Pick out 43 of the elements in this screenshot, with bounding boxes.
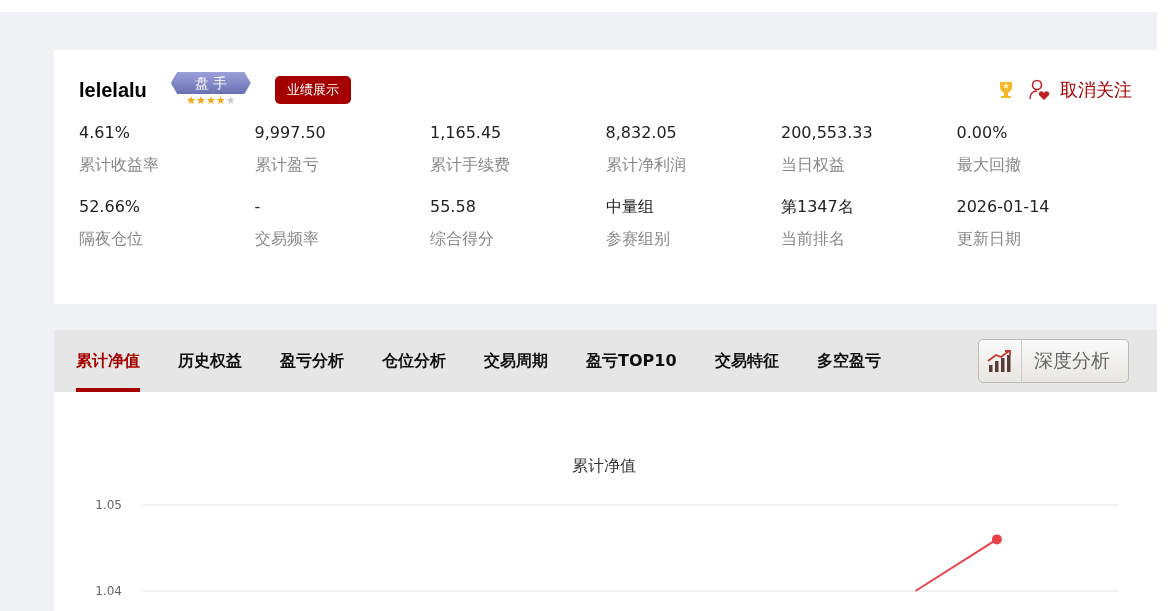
tab[interactable]: 盈亏分析 bbox=[280, 330, 344, 392]
performance-tag[interactable]: 业绩展示 bbox=[274, 76, 351, 104]
stat-label: 综合得分 bbox=[430, 228, 495, 250]
stat-value: 中量组 bbox=[605, 196, 655, 218]
unfollow-button[interactable]: 取消关注 bbox=[1028, 78, 1132, 102]
stat-value: 1,165.45 bbox=[430, 122, 503, 144]
stat-label: 隔夜仓位 bbox=[79, 228, 144, 250]
user-heart-icon bbox=[1028, 79, 1052, 101]
deep-analysis-button[interactable]: 深度分析 bbox=[978, 339, 1129, 383]
stat-value: 52.66% bbox=[79, 196, 141, 218]
y-axis-label: 1.05 bbox=[95, 498, 122, 512]
tab[interactable]: 盈亏TOP10 bbox=[586, 330, 677, 392]
stat-label: 当日权益 bbox=[781, 154, 846, 176]
stat-value: - bbox=[254, 196, 262, 218]
stat-label: 累计盈亏 bbox=[254, 154, 320, 176]
tab[interactable]: 多空盈亏 bbox=[816, 330, 881, 392]
stat-label: 交易频率 bbox=[254, 228, 320, 250]
y-axis-label: 1.04 bbox=[95, 584, 122, 598]
stat-value: 2026-01-14 bbox=[956, 196, 1051, 218]
tab[interactable]: 交易特征 bbox=[714, 330, 779, 392]
stat-label: 累计收益率 bbox=[79, 154, 160, 176]
stat-label: 累计手续费 bbox=[430, 154, 511, 176]
stat-value: 4.61% bbox=[79, 122, 131, 144]
stat-label: 参赛组别 bbox=[605, 228, 671, 250]
stat-label: 更新日期 bbox=[956, 228, 1022, 250]
stat-label: 累计净利润 bbox=[605, 154, 687, 176]
tab[interactable]: 交易周期 bbox=[484, 330, 548, 392]
tab[interactable]: 历史权益 bbox=[178, 330, 242, 392]
stat-label: 当前排名 bbox=[781, 228, 846, 250]
stat-value: 0.00% bbox=[956, 122, 1009, 144]
stat-label: 最大回撤 bbox=[956, 154, 1022, 176]
stat-value: 9,997.50 bbox=[254, 122, 327, 144]
star-rating: ★★★★★ bbox=[186, 95, 236, 107]
username: lelelalu bbox=[79, 78, 147, 102]
data-point bbox=[991, 534, 1002, 545]
stat-value: 8,832.05 bbox=[605, 122, 678, 144]
stat-value: 200,553.33 bbox=[781, 122, 874, 144]
tab[interactable]: 仓位分析 bbox=[382, 330, 446, 392]
rank-badge: 盘 手 bbox=[170, 72, 251, 94]
bar-chart-icon bbox=[987, 349, 1013, 373]
stat-value: 55.58 bbox=[430, 196, 477, 218]
stat-value: 第1347名 bbox=[781, 196, 855, 218]
chart-title: 累计净值 bbox=[571, 456, 637, 477]
